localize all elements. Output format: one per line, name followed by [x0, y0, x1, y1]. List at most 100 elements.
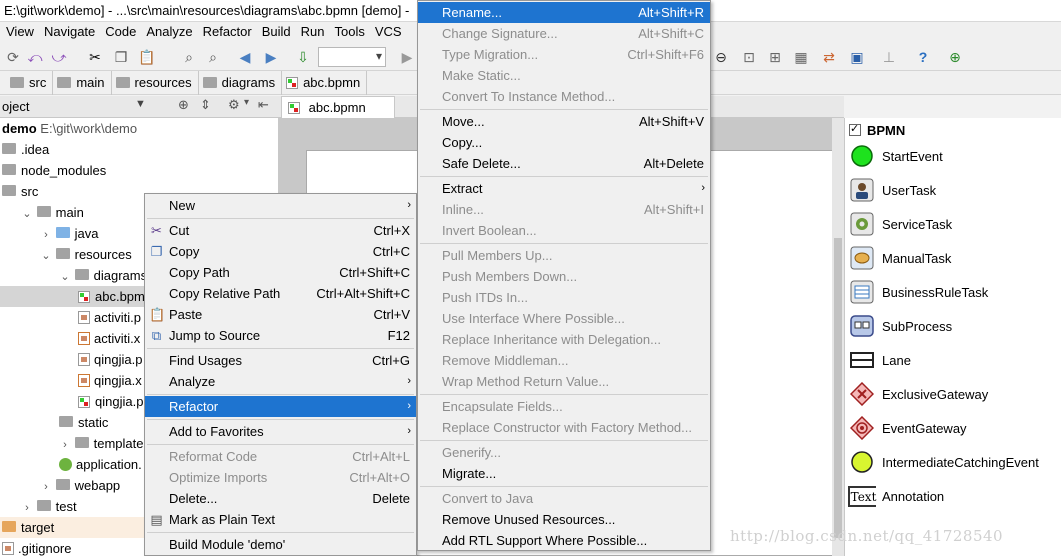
project-view-selector[interactable]: oject	[2, 99, 29, 114]
annotation-toolbar-icon[interactable]: ⊥	[880, 48, 898, 66]
chevron-down-icon[interactable]: ▼	[135, 98, 146, 110]
menu-separator	[420, 486, 708, 487]
menu-item-extract[interactable]: Extract ›	[418, 178, 710, 199]
palette-item[interactable]: Text Annotation	[847, 482, 944, 510]
menu-item-delete[interactable]: Delete... Delete	[145, 488, 416, 509]
chevron-right-icon[interactable]: ›	[59, 435, 71, 456]
menu-item-shortcut: Ctrl+C	[372, 244, 410, 259]
target-icon[interactable]: ⊕	[178, 97, 189, 113]
menu-item-find-usages[interactable]: Find Usages Ctrl+G	[145, 350, 416, 371]
run-configuration-select[interactable]	[318, 47, 386, 67]
png-export-icon[interactable]: ▣	[848, 48, 866, 66]
fit-icon[interactable]: ⊡	[740, 48, 758, 66]
menu-item-change-signature: Change Signature... Alt+Shift+C	[418, 23, 710, 44]
breadcrumb-abc-bpmn[interactable]: abc.bpmn	[282, 70, 368, 95]
menu-item-build-module-demo[interactable]: Build Module 'demo'	[145, 534, 416, 555]
zoom-out-icon[interactable]: ⊖	[712, 48, 730, 66]
folder-icon	[36, 206, 51, 217]
palette-header[interactable]: BPMN	[849, 121, 905, 139]
menu-item-refactor[interactable]: Refactor ›	[145, 396, 416, 417]
grid-icon[interactable]: ▦	[792, 48, 810, 66]
menu-item-rename[interactable]: Rename... Alt+Shift+R	[418, 2, 710, 23]
breadcrumb-src[interactable]: src	[0, 70, 54, 95]
menu-item-generify: Generify...	[418, 442, 710, 463]
editor-tab-abc-bpmn[interactable]: abc.bpmn	[281, 96, 395, 118]
menu-build[interactable]: Build	[262, 22, 297, 43]
menu-item-cut[interactable]: ✂ Cut Ctrl+X	[145, 220, 416, 241]
menu-item-jump-to-source[interactable]: ⧉ Jump to Source F12	[145, 325, 416, 346]
menu-item-migrate[interactable]: Migrate...	[418, 463, 710, 484]
chevron-right-icon[interactable]: ›	[40, 225, 52, 246]
chevron-down-icon[interactable]: ⌄	[21, 204, 33, 225]
export-icon[interactable]: ⇄	[820, 48, 838, 66]
forward-icon[interactable]: ▶	[262, 48, 280, 66]
hide-panel-icon[interactable]: ⇤	[258, 97, 269, 113]
breadcrumb-resources[interactable]: resources	[112, 70, 199, 95]
tree-item-label: abc.bpm	[95, 289, 145, 304]
find-icon[interactable]: ⌕	[180, 48, 198, 66]
back-icon[interactable]: ◀	[236, 48, 254, 66]
tree-item[interactable]: demo E:\git\work\demo	[0, 118, 278, 139]
chevron-right-icon[interactable]: ›	[40, 477, 52, 498]
menu-item-add-to-favorites[interactable]: Add to Favorites ›	[145, 421, 416, 442]
menu-item-move[interactable]: Move... Alt+Shift+V	[418, 111, 710, 132]
palette-item[interactable]: IntermediateCatchingEvent	[850, 448, 1039, 476]
breadcrumb-diagrams[interactable]: diagrams	[199, 70, 283, 95]
undo-icon[interactable]: ⤺	[26, 48, 44, 66]
menu-item-copy[interactable]: ❐ Copy Ctrl+C	[145, 241, 416, 262]
chevron-right-icon[interactable]: ›	[21, 498, 33, 519]
chevron-down-icon[interactable]: ▾	[244, 97, 249, 108]
palette-item[interactable]: StartEvent	[850, 142, 943, 170]
palette-item[interactable]: UserTask	[850, 176, 936, 204]
editor-vertical-scrollbar[interactable]	[832, 118, 844, 556]
paste-toolbar-icon[interactable]: 📋	[138, 48, 156, 66]
palette-item[interactable]: EventGateway	[850, 414, 967, 442]
menu-item-shortcut: Alt+Shift+C	[638, 26, 704, 41]
chevron-down-icon[interactable]: ⌄	[59, 267, 71, 288]
run-icon[interactable]: ▶	[398, 48, 416, 66]
gear-icon[interactable]: ⚙	[228, 97, 240, 113]
file-icon	[2, 542, 14, 555]
annotation-icon: Text	[847, 484, 877, 508]
copy-toolbar-icon[interactable]: ❐	[112, 48, 130, 66]
palette-item[interactable]: Lane	[850, 346, 911, 374]
sync-icon[interactable]: ⟳	[4, 48, 22, 66]
menu-analyze[interactable]: Analyze	[146, 22, 198, 43]
menu-item-add-rtl-support-where-possible[interactable]: Add RTL Support Where Possible...	[418, 530, 710, 551]
menu-refactor[interactable]: Refactor	[203, 22, 258, 43]
palette-item[interactable]: ExclusiveGateway	[850, 380, 988, 408]
menu-run[interactable]: Run	[301, 22, 331, 43]
tree-item[interactable]: .idea	[0, 139, 278, 160]
build-icon[interactable]: ⇩	[294, 48, 312, 66]
palette-item[interactable]: ManualTask	[850, 244, 951, 272]
tree-item-label: demo	[2, 121, 37, 136]
structure-icon[interactable]: ⊕	[946, 48, 964, 66]
menu-item-analyze[interactable]: Analyze ›	[145, 371, 416, 392]
palette-item[interactable]: SubProcess	[850, 312, 952, 340]
chevron-down-icon[interactable]: ⌄	[40, 246, 52, 267]
menu-vcs[interactable]: VCS	[375, 22, 408, 43]
palette-item[interactable]: BusinessRuleTask	[850, 278, 988, 306]
breadcrumb-main[interactable]: main	[53, 70, 112, 95]
help-icon[interactable]: ?	[914, 48, 932, 66]
menu-navigate[interactable]: Navigate	[44, 22, 101, 43]
menu-view[interactable]: View	[6, 22, 40, 43]
cut-icon[interactable]: ✂	[86, 48, 104, 66]
layout-icon[interactable]: ⊞	[766, 48, 784, 66]
tree-item[interactable]: node_modules	[0, 160, 278, 181]
palette-checkbox[interactable]	[849, 122, 861, 136]
menu-item-paste[interactable]: 📋 Paste Ctrl+V	[145, 304, 416, 325]
menu-item-safe-delete[interactable]: Safe Delete... Alt+Delete	[418, 153, 710, 174]
replace-icon[interactable]: ⌕	[204, 48, 222, 66]
palette-item[interactable]: ServiceTask	[850, 210, 952, 238]
menu-item-remove-unused-resources[interactable]: Remove Unused Resources...	[418, 509, 710, 530]
menu-tools[interactable]: Tools	[335, 22, 371, 43]
menu-item-new[interactable]: New ›	[145, 195, 416, 216]
menu-code[interactable]: Code	[105, 22, 142, 43]
menu-item-copy-path[interactable]: Copy Path Ctrl+Shift+C	[145, 262, 416, 283]
redo-icon[interactable]: ⤻	[50, 48, 68, 66]
menu-item-mark-as-plain-text[interactable]: ▤ Mark as Plain Text	[145, 509, 416, 530]
menu-item-copy[interactable]: Copy...	[418, 132, 710, 153]
menu-item-copy-relative-path[interactable]: Copy Relative Path Ctrl+Alt+Shift+C	[145, 283, 416, 304]
collapse-icon[interactable]: ⇕	[200, 97, 211, 113]
